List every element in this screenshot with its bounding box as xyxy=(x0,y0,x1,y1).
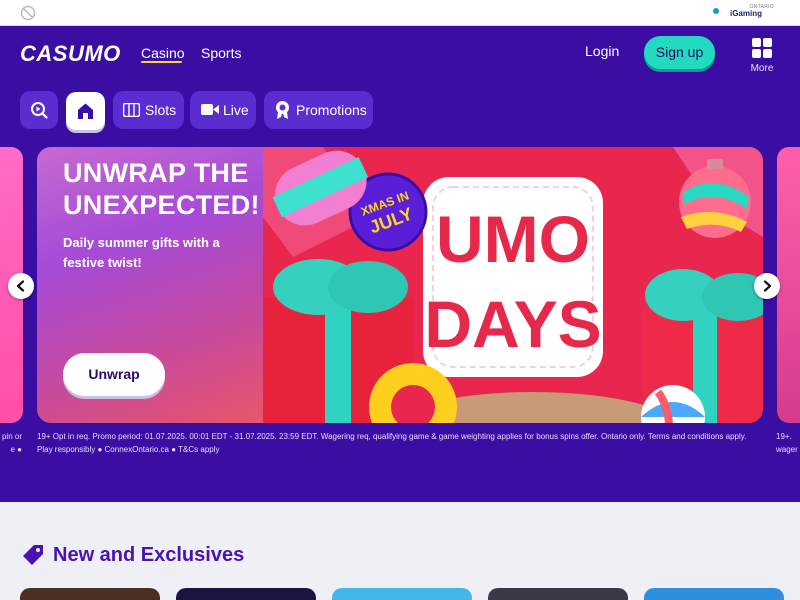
igaming-logo-icon xyxy=(713,8,719,14)
category-bar: Slots Live Promotions xyxy=(0,79,800,145)
unwrap-button[interactable]: Unwrap xyxy=(63,353,165,396)
badge-icon xyxy=(276,101,289,119)
main-header: CASUMO Casino Sports Login Sign up More xyxy=(0,26,800,79)
chevron-left-icon xyxy=(16,280,25,292)
more-menu-button[interactable]: More xyxy=(748,38,776,78)
chevron-right-icon xyxy=(763,280,772,292)
tab-promotions-label: Promotions xyxy=(296,102,367,118)
prev-slide-terms: pin or e ● xyxy=(1,432,22,454)
tab-slots[interactable]: Slots xyxy=(113,91,184,129)
casumo-logo[interactable]: CASUMO xyxy=(20,41,121,67)
more-label: More xyxy=(750,63,774,74)
next-slide-terms: 19+. wager xyxy=(776,432,798,454)
tab-live[interactable]: Live xyxy=(190,91,256,129)
login-link[interactable]: Login xyxy=(585,43,619,59)
days-text: DAYS xyxy=(424,287,601,361)
game-tile[interactable] xyxy=(644,588,784,600)
carousel-next-button[interactable] xyxy=(754,273,780,299)
badge-name: iGaming xyxy=(729,9,762,18)
game-tile[interactable] xyxy=(488,588,628,600)
tag-icon xyxy=(23,545,43,565)
nav-sports[interactable]: Sports xyxy=(201,45,241,61)
banner-text-panel: UNWRAP THE UNEXPECTED! Daily summer gift… xyxy=(37,147,263,423)
carousel-prev-button[interactable] xyxy=(8,273,34,299)
game-tile[interactable] xyxy=(20,588,160,600)
camera-icon xyxy=(201,104,219,115)
home-icon xyxy=(78,103,93,119)
igaming-ontario-badge: ONTARIO iGaming xyxy=(713,4,774,22)
umo-text: UMO xyxy=(436,202,590,276)
active-nav-indicator xyxy=(141,61,182,63)
new-and-exclusives-section: New and Exclusives xyxy=(0,502,800,600)
hero-terms-text: 19+ Opt in req. Promo period: 01.07.2025… xyxy=(37,432,747,454)
search-button[interactable] xyxy=(20,91,58,129)
hero-title: UNWRAP THE UNEXPECTED! xyxy=(63,158,260,220)
game-tile[interactable] xyxy=(332,588,472,600)
hero-banner[interactable]: UNWRAP THE UNEXPECTED! Daily summer gift… xyxy=(37,147,763,423)
tab-live-label: Live xyxy=(223,102,249,118)
signup-button[interactable]: Sign up xyxy=(644,36,715,69)
blocked-icon xyxy=(20,5,36,21)
grid-icon xyxy=(752,38,772,58)
section-title: New and Exclusives xyxy=(53,544,245,566)
nav-casino[interactable]: Casino xyxy=(141,45,185,61)
slots-icon xyxy=(123,103,140,117)
search-play-icon xyxy=(31,102,48,119)
home-button[interactable] xyxy=(66,92,105,130)
hero-subtitle: Daily summer gifts with a festive twist! xyxy=(63,235,220,270)
tab-promotions[interactable]: Promotions xyxy=(264,91,373,129)
game-tile[interactable] xyxy=(176,588,316,600)
umo-days-artwork: UMO DAYS XMAS IN JULY xyxy=(263,147,763,423)
utility-bar: ONTARIO iGaming xyxy=(0,0,800,26)
tab-slots-label: Slots xyxy=(145,102,177,118)
next-slide-peek[interactable] xyxy=(777,147,800,423)
